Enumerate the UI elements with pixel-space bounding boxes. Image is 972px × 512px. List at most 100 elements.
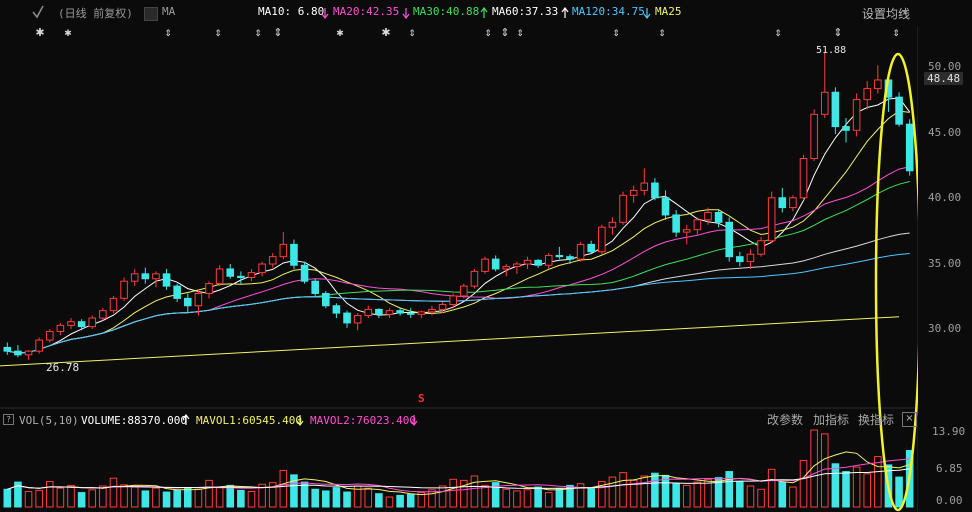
arrow-down-icon [296,415,304,426]
event-marker-icon: ⇕ [214,29,222,39]
candle-body [746,253,755,263]
volume-bar [502,488,511,508]
candle-body [205,283,213,294]
volume-bar [237,489,245,508]
volume-bar [226,484,235,508]
candle-body [619,194,627,223]
candle-body [513,263,521,267]
volume-bar [364,487,373,508]
candle-body [661,197,670,216]
candle-body [576,243,585,260]
candle-body [895,96,903,125]
volume-bar [215,486,224,508]
candle-body [842,126,850,131]
volume-bar [863,473,872,508]
ma250-line [0,316,900,367]
axis-tick: 30.00 [928,322,962,335]
candle-body [396,310,404,314]
volume-bar [194,488,203,508]
event-marker-icon: ⇕ [658,29,666,39]
ma60-label: MA60:37.33 [492,5,559,18]
candle-body [491,258,500,270]
edit-params-button[interactable]: 改参数 [767,411,803,428]
volume-bar [173,489,181,508]
candle-body [343,312,351,324]
close-icon[interactable]: × [902,412,917,427]
candle-body [226,268,235,277]
volume-bar [449,478,457,508]
candle-body [67,321,75,326]
kline-chart[interactable]: ✱ ✱ ⇕ ⇕ ⇕ ⇕ ✱ ✱ ⇕ ⇕ ⇕ ⇕ ⇕ ⇕ ⇕ ⇕ ⇕ [0,0,972,512]
volume-bar [130,486,139,508]
candle-body [502,265,511,270]
volume-bar [375,493,383,508]
event-marker-icon: ⇕ [774,29,782,39]
arrow-up-icon [561,7,569,18]
add-indicator-button[interactable]: 加指标 [813,411,849,428]
volume-bar [693,481,702,508]
candle-body [385,310,394,315]
volume-bar [300,481,309,508]
candle-body [566,256,574,260]
volume-bar [608,476,617,508]
ma30-label: MA30:40.88 [413,5,480,18]
candle-body [141,273,150,280]
candle-body [183,297,192,307]
volume-bar [247,490,256,508]
volume-bar [523,489,532,508]
candle-body [789,197,797,209]
volume-bar [767,468,776,508]
candle-body [608,221,617,228]
axis-tick: 35.00 [928,257,962,270]
volume-bar [651,472,659,508]
period-label[interactable]: (日线 前复权) [58,5,133,21]
candle-body [77,321,86,328]
toggle-square-button[interactable] [144,7,158,21]
volume-bar [725,471,734,508]
volume-bar [799,459,808,508]
volume-bar [895,476,903,508]
candle-body [544,254,553,266]
volume-bar [587,487,595,508]
candle-body [120,280,128,299]
volume-bar [661,474,670,508]
candle-body [481,258,489,272]
help-icon[interactable]: ? [3,414,14,425]
event-marker-icon: ⇕ [408,29,416,39]
volume-bar [290,474,298,508]
volume-bar [831,463,840,508]
candle-body [863,88,872,101]
low-price-label: 26.78 [46,361,80,374]
candle-body [587,243,595,253]
candle-body [523,259,532,265]
switch-indicator-button[interactable]: 换指标 [858,411,894,428]
ma250-label: MA25 [655,5,682,18]
sell-marker: S [418,392,425,405]
candle-body [905,123,914,172]
volume-bar [45,481,54,508]
candle-body [130,273,139,282]
candle-body [353,315,362,324]
candle-body [14,350,22,356]
event-marker-icon: ✱ [336,29,344,39]
candle-body [417,311,426,315]
candle-body [460,285,468,297]
candle-body [247,272,256,279]
volume-bar [24,490,33,508]
event-marker-icon: ✱ [35,26,44,39]
volume-bar [544,492,553,508]
volume-bar [470,475,479,508]
volume-bar [438,485,447,508]
candle-body [311,280,319,294]
chart-header: (日线 前复权) MA MA10: 6.80 MA20:42.35 MA30:4… [0,0,972,26]
volume-bar [619,472,627,508]
candle-body [757,240,765,255]
volume-bar [513,490,521,508]
volume-bar [672,483,680,508]
volume-bar [3,488,12,508]
candle-body [322,292,330,307]
candle-body [640,182,649,191]
volume-bar [481,484,489,508]
candle-body [725,221,734,258]
candle-body [629,189,638,196]
